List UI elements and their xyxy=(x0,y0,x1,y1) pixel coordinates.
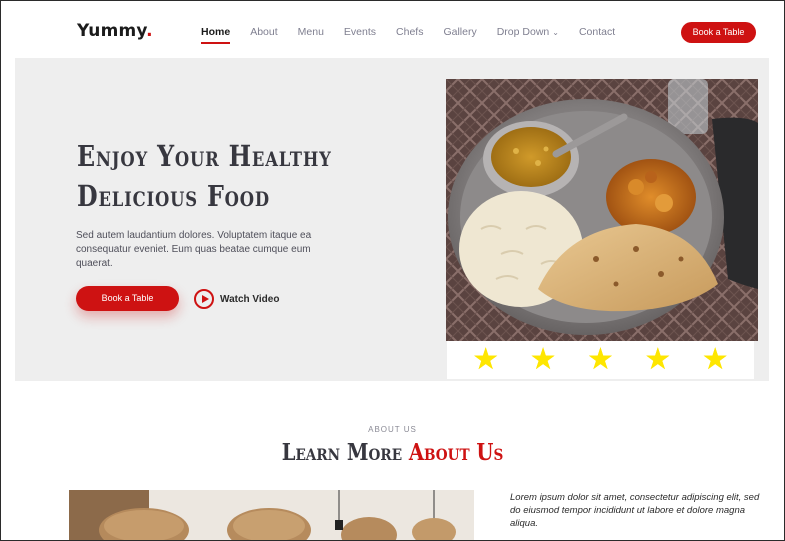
star-icon: ★ xyxy=(472,342,500,377)
hero-description: Sed autem laudantium dolores. Voluptatem… xyxy=(76,230,312,269)
star-icon: ★ xyxy=(701,342,729,377)
main-nav: Home About Menu Events Chefs Gallery Dro… xyxy=(201,26,635,44)
watch-video-label: Watch Video xyxy=(220,293,280,305)
about-text: Lorem ipsum dolor sit amet, consectetur … xyxy=(510,492,760,529)
watch-video-link[interactable]: Watch Video xyxy=(194,289,279,309)
food-plate-illustration xyxy=(446,79,758,341)
logo[interactable]: Yummy. xyxy=(77,21,153,41)
nav-about[interactable]: About xyxy=(250,26,277,38)
star-icon: ★ xyxy=(529,342,557,377)
site-header: Yummy. Home About Menu Events Chefs Gall… xyxy=(1,1,784,57)
nav-dropdown-label: Drop Down xyxy=(496,26,550,38)
book-table-button[interactable]: Book a Table xyxy=(681,22,756,43)
wicker-lamps-illustration xyxy=(69,490,474,541)
hero-book-table-button[interactable]: Book a Table xyxy=(76,286,179,311)
nav-dropdown[interactable]: Drop Down ⌄ xyxy=(497,26,559,38)
nav-events[interactable]: Events xyxy=(344,26,376,38)
about-title-part-1: Learn More xyxy=(281,439,403,466)
hero-food-image xyxy=(446,79,758,341)
logo-dot: . xyxy=(146,21,153,41)
nav-home[interactable]: Home xyxy=(201,26,231,44)
nav-chefs[interactable]: Chefs xyxy=(396,26,423,38)
nav-gallery[interactable]: Gallery xyxy=(443,26,476,38)
hero-title-line-1: Enjoy Your Healthy xyxy=(77,139,332,173)
logo-text: Yummy xyxy=(77,21,147,41)
star-icon: ★ xyxy=(587,342,614,377)
about-eyebrow: ABOUT US xyxy=(368,425,417,434)
about-title-part-2: About Us xyxy=(408,439,504,466)
hero-title: Enjoy Your Healthy Delicious Food xyxy=(77,136,339,216)
about-image xyxy=(69,490,474,541)
nav-contact[interactable]: Contact xyxy=(579,26,615,38)
play-icon xyxy=(194,289,214,309)
hero-title-line-2: Delicious Food xyxy=(77,179,270,213)
hero-section: Enjoy Your Healthy Delicious Food Sed au… xyxy=(15,58,769,381)
rating-stars: ★ ★ ★ ★ ★ xyxy=(447,341,754,379)
star-icon: ★ xyxy=(644,342,672,377)
about-title: Learn More About Us xyxy=(59,439,726,466)
nav-menu[interactable]: Menu xyxy=(298,26,324,38)
chevron-down-icon: ⌄ xyxy=(552,28,559,37)
